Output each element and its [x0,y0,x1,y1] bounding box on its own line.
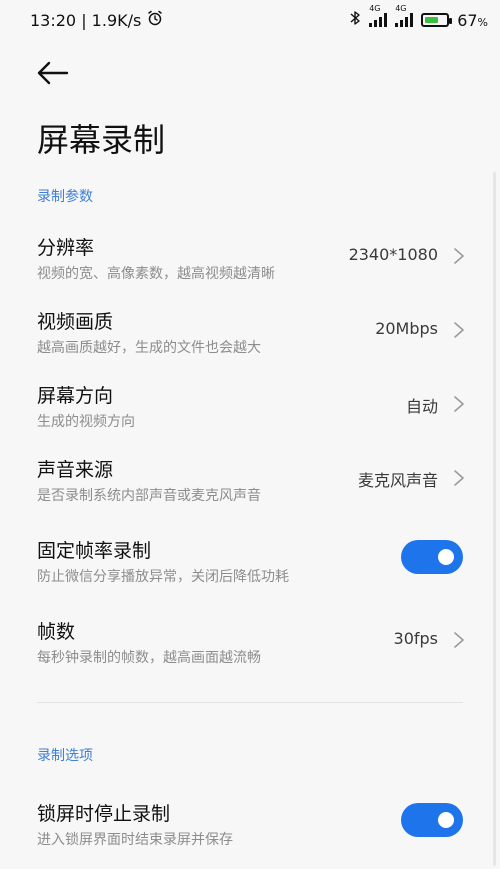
signal-icon: 4G [369,4,388,27]
setting-title: 屏幕方向 [37,385,114,407]
setting-title: 锁屏时停止录制 [37,803,171,825]
signal-network-label: 4G [369,4,381,13]
section-divider [37,702,463,703]
setting-video-quality[interactable]: 视频画质 越高画质越好，生成的文件也会越大 20Mbps [0,307,500,377]
setting-value: 2340*1080 [348,245,438,264]
battery-percent: 67% [457,10,488,30]
fixed-framerate-toggle[interactable] [401,540,463,574]
status-bar: 13:20 | 1.9K/s 4G 4G 67% [0,0,500,44]
status-right: 4G 4G 67% [349,4,488,30]
setting-audio-source[interactable]: 声音来源 是否录制系统内部声音或麦克风声音 麦克风声音 [0,455,500,525]
setting-subtitle: 防止微信分享播放异常，关闭后降低功耗 [37,569,289,585]
setting-subtitle: 每秒钟录制的帧数，越高画面越流畅 [37,650,261,666]
setting-value: 20Mbps [375,319,438,338]
page-title: 屏幕录制 [37,121,166,159]
status-time-speed: 13:20 | 1.9K/s [30,10,142,30]
setting-subtitle: 是否录制系统内部声音或麦克风声音 [37,488,261,504]
scrollbar[interactable] [493,172,496,866]
setting-stop-on-lock[interactable]: 锁屏时停止录制 进入锁屏界面时结束录屏并保存 [0,799,500,869]
setting-title: 视频画质 [37,311,114,333]
setting-fixed-framerate[interactable]: 固定帧率录制 防止微信分享播放异常，关闭后降低功耗 [0,536,500,606]
setting-value: 30fps [393,629,438,648]
setting-subtitle: 视频的宽、高像素数，越高视频越清晰 [37,266,275,282]
setting-value: 麦克风声音 [357,471,438,490]
battery-fill [425,17,439,23]
bluetooth-icon [349,10,361,30]
toggle-knob [438,549,454,565]
section-header-options: 录制选项 [37,748,93,764]
status-left: 13:20 | 1.9K/s [30,10,163,30]
setting-title: 声音来源 [37,459,114,481]
setting-title: 固定帧率录制 [37,540,152,562]
setting-value: 自动 [405,397,438,416]
back-button[interactable] [36,58,70,88]
chevron-right-icon [454,632,464,648]
setting-subtitle: 生成的视频方向 [37,414,135,430]
setting-subtitle: 进入锁屏界面时结束录屏并保存 [37,832,233,848]
setting-frame-rate[interactable]: 帧数 每秒钟录制的帧数，越高画面越流畅 30fps [0,617,500,687]
setting-resolution[interactable]: 分辨率 视频的宽、高像素数，越高视频越清晰 2340*1080 [0,233,500,303]
chevron-right-icon [454,322,464,338]
signal-icon-2: 4G [395,4,414,27]
chevron-right-icon [454,470,464,486]
setting-subtitle: 越高画质越好，生成的文件也会越大 [37,340,261,356]
alarm-icon [147,10,163,30]
toggle-knob [438,812,454,828]
stop-on-lock-toggle[interactable] [401,803,463,837]
setting-title: 帧数 [37,621,76,643]
setting-title: 分辨率 [37,237,95,259]
arrow-left-icon [37,61,69,85]
chevron-right-icon [454,248,464,264]
section-header-params: 录制参数 [37,189,93,205]
signal-network-label-2: 4G [395,4,407,13]
setting-screen-orientation[interactable]: 屏幕方向 生成的视频方向 自动 [0,381,500,451]
chevron-right-icon [454,396,464,412]
battery-icon [421,13,453,27]
